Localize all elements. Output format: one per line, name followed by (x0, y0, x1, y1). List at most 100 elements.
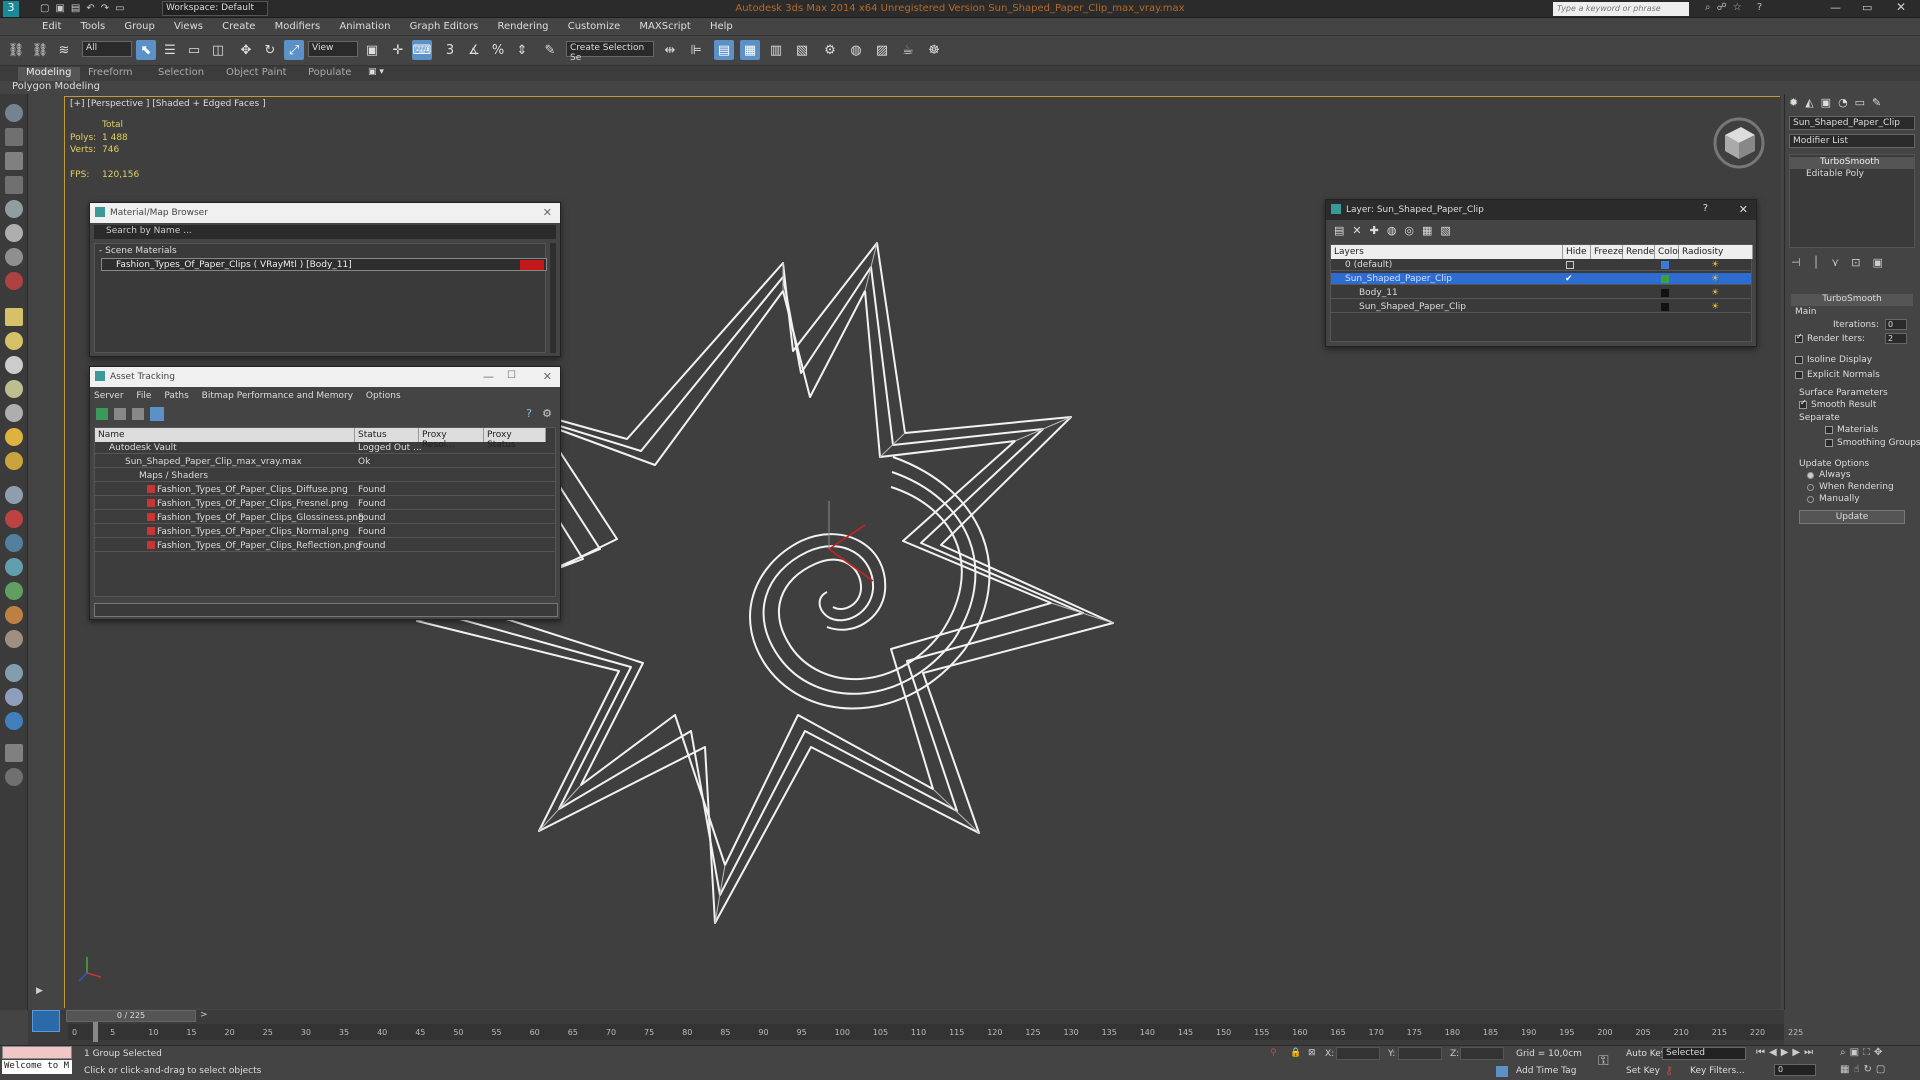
table-view-icon[interactable] (150, 407, 164, 421)
menu-help[interactable]: Help (702, 18, 741, 36)
col-proxy-status[interactable]: Proxy Status (484, 428, 546, 450)
scene-materials-group[interactable]: - Scene Materials (99, 246, 177, 256)
iterations-spinner[interactable]: 0 (1885, 319, 1907, 330)
x-coordinate-field[interactable] (1336, 1047, 1380, 1060)
tool-icon-4[interactable] (5, 176, 23, 194)
angle-snap-icon[interactable]: ∡ (464, 40, 484, 60)
refresh-icon[interactable] (96, 408, 108, 420)
window-crossing-icon[interactable]: ◫ (208, 40, 228, 60)
render-iters-checkbox[interactable] (1795, 332, 1803, 343)
menu-edit[interactable]: Edit (34, 18, 69, 36)
asset-path-field[interactable] (94, 603, 558, 617)
maximize-button[interactable]: ▭ (1862, 1, 1872, 14)
select-manipulate-icon[interactable]: ✛ (388, 40, 408, 60)
time-cursor[interactable] (93, 1022, 98, 1042)
maxscript-listener[interactable]: Welcome to M (2, 1060, 72, 1074)
layer-color-swatch[interactable] (1661, 303, 1669, 311)
material-search-input[interactable]: Search by Name ... (94, 225, 556, 239)
col-name[interactable]: Name (95, 428, 355, 442)
asset-minimize-button[interactable]: — (483, 370, 494, 383)
tool-icon-7[interactable] (5, 248, 23, 266)
named-selection-dropdown[interactable]: Create Selection Se (566, 41, 654, 63)
layer-row[interactable]: 0 (default) ☀ (1331, 259, 1751, 271)
selection-filter-dropdown[interactable]: All (82, 41, 132, 57)
radiosity-icon[interactable]: ☀ (1711, 288, 1719, 298)
playback-controls[interactable]: ⏮◀▶▶⏭ (1756, 1047, 1817, 1058)
auto-key-button[interactable]: Auto Key (1626, 1049, 1666, 1059)
menu-modifiers[interactable]: Modifiers (267, 18, 329, 36)
list-view-icon[interactable] (114, 408, 126, 420)
render-setup-icon[interactable]: ▨ (872, 40, 892, 60)
materials-checkbox[interactable] (1825, 426, 1833, 434)
menu-tools[interactable]: Tools (73, 18, 114, 36)
radiosity-icon[interactable]: ☀ (1711, 274, 1719, 284)
expand-track-icon[interactable]: ▶ (36, 986, 43, 996)
layer-color-swatch[interactable] (1661, 275, 1669, 283)
object-name-field[interactable]: Sun_Shaped_Paper_Clip (1789, 116, 1915, 130)
layer-titlebar[interactable]: Layer: Sun_Shaped_Paper_Clip ? ✕ (1326, 200, 1756, 220)
tab-populate[interactable]: Populate (300, 67, 359, 81)
tool-icon-25[interactable] (5, 712, 23, 730)
layer-close-icon[interactable]: ✕ (1739, 203, 1748, 216)
menu-animation[interactable]: Animation (331, 18, 398, 36)
tool-icon-14[interactable] (5, 428, 23, 446)
stack-tools-icons[interactable]: ⊣│⋎⊡▣ (1791, 256, 1895, 269)
layer-help-button[interactable]: ? (1703, 203, 1708, 214)
y-coordinate-field[interactable] (1398, 1047, 1442, 1060)
edit-named-selection-icon[interactable]: ✎ (540, 40, 560, 60)
asset-maximize-button[interactable]: ☐ (507, 370, 516, 381)
add-time-tag[interactable]: Add Time Tag (1516, 1066, 1576, 1076)
current-frame-field[interactable]: 0 (1774, 1064, 1816, 1076)
table-row[interactable]: Fashion_Types_Of_Paper_Clips_Reflection.… (95, 540, 555, 552)
current-layer-check-icon[interactable]: ✔ (1565, 274, 1573, 284)
set-key-mode-icon[interactable]: ⚿ (1598, 1053, 1609, 1069)
viewport-label[interactable]: [+] [Perspective ] [Shaded + Edged Faces… (70, 99, 266, 109)
key-filters-button[interactable]: Key Filters... (1690, 1066, 1745, 1076)
asset-menu-server[interactable]: Server (94, 391, 124, 401)
time-tag-icon[interactable] (1496, 1066, 1508, 1077)
table-row[interactable]: Sun_Shaped_Paper_Clip_max_vray.max Ok (95, 456, 555, 468)
material-browser-close-icon[interactable]: ✕ (543, 206, 552, 219)
menu-group[interactable]: Group (116, 18, 162, 36)
search-input[interactable]: Type a keyword or phrase (1553, 2, 1689, 16)
snaps-toggle-icon[interactable]: 3 (440, 40, 460, 60)
table-row[interactable]: Autodesk Vault Logged Out ... (95, 442, 555, 454)
tool-icon-5[interactable] (5, 200, 23, 218)
tab-freeform[interactable]: Freeform (80, 67, 141, 81)
set-key-button[interactable]: Set Key (1626, 1066, 1660, 1076)
tool-icon-9[interactable] (5, 308, 23, 326)
tool-icon-6[interactable] (5, 224, 23, 242)
viewport-nav-icons-2[interactable]: ▦☝↻▢ (1840, 1064, 1889, 1075)
tool-icon-11[interactable] (5, 356, 23, 374)
viewport-nav-icons[interactable]: ⌕▣⛶✥ (1840, 1047, 1886, 1058)
col-proxy-resolution[interactable]: Proxy Resol... (419, 428, 484, 450)
manually-radio[interactable] (1807, 496, 1814, 503)
material-item[interactable]: Fashion_Types_Of_Paper_Clips ( VRayMtl )… (101, 258, 547, 271)
layer-row-selected[interactable]: Sun_Shaped_Paper_Clip ✔ ☀ (1331, 273, 1751, 285)
material-scrollbar[interactable] (550, 243, 556, 353)
when-rendering-radio[interactable] (1807, 484, 1814, 491)
select-by-name-icon[interactable]: ☰ (160, 40, 180, 60)
layer-color-swatch[interactable] (1661, 289, 1669, 297)
tool-icon-20[interactable] (5, 582, 23, 600)
rotate-icon[interactable]: ↻ (260, 40, 280, 60)
rect-selection-icon[interactable]: ▭ (184, 40, 204, 60)
percent-snap-icon[interactable]: % (488, 40, 508, 60)
isoline-checkbox[interactable] (1795, 356, 1803, 364)
close-button[interactable]: ✕ (1896, 0, 1906, 14)
smoothing-groups-checkbox[interactable] (1825, 439, 1833, 447)
lock-selection-icon[interactable]: 🔒 (1290, 1048, 1301, 1058)
radiosity-icon[interactable]: ☀ (1711, 260, 1719, 270)
command-panel-tabs[interactable]: ✹◭▣◔▭✎ (1789, 96, 1888, 109)
layer-checkbox[interactable] (1566, 261, 1574, 269)
detail-view-icon[interactable] (132, 408, 144, 420)
table-row[interactable]: Fashion_Types_Of_Paper_Clips_Glossiness.… (95, 512, 555, 524)
asset-menu-paths[interactable]: Paths (164, 391, 188, 401)
pivot-center-icon[interactable]: ▣ (362, 40, 382, 60)
isolate-icon[interactable]: ⚲ (1270, 1048, 1277, 1058)
col-freeze[interactable]: Freeze (1591, 245, 1623, 259)
tab-modeling[interactable]: Modeling (18, 67, 80, 81)
asset-close-icon[interactable]: ✕ (543, 370, 552, 383)
table-row[interactable]: Maps / Shaders (95, 470, 555, 482)
ribbon-options-icon[interactable]: ▣ ▾ (368, 67, 384, 77)
